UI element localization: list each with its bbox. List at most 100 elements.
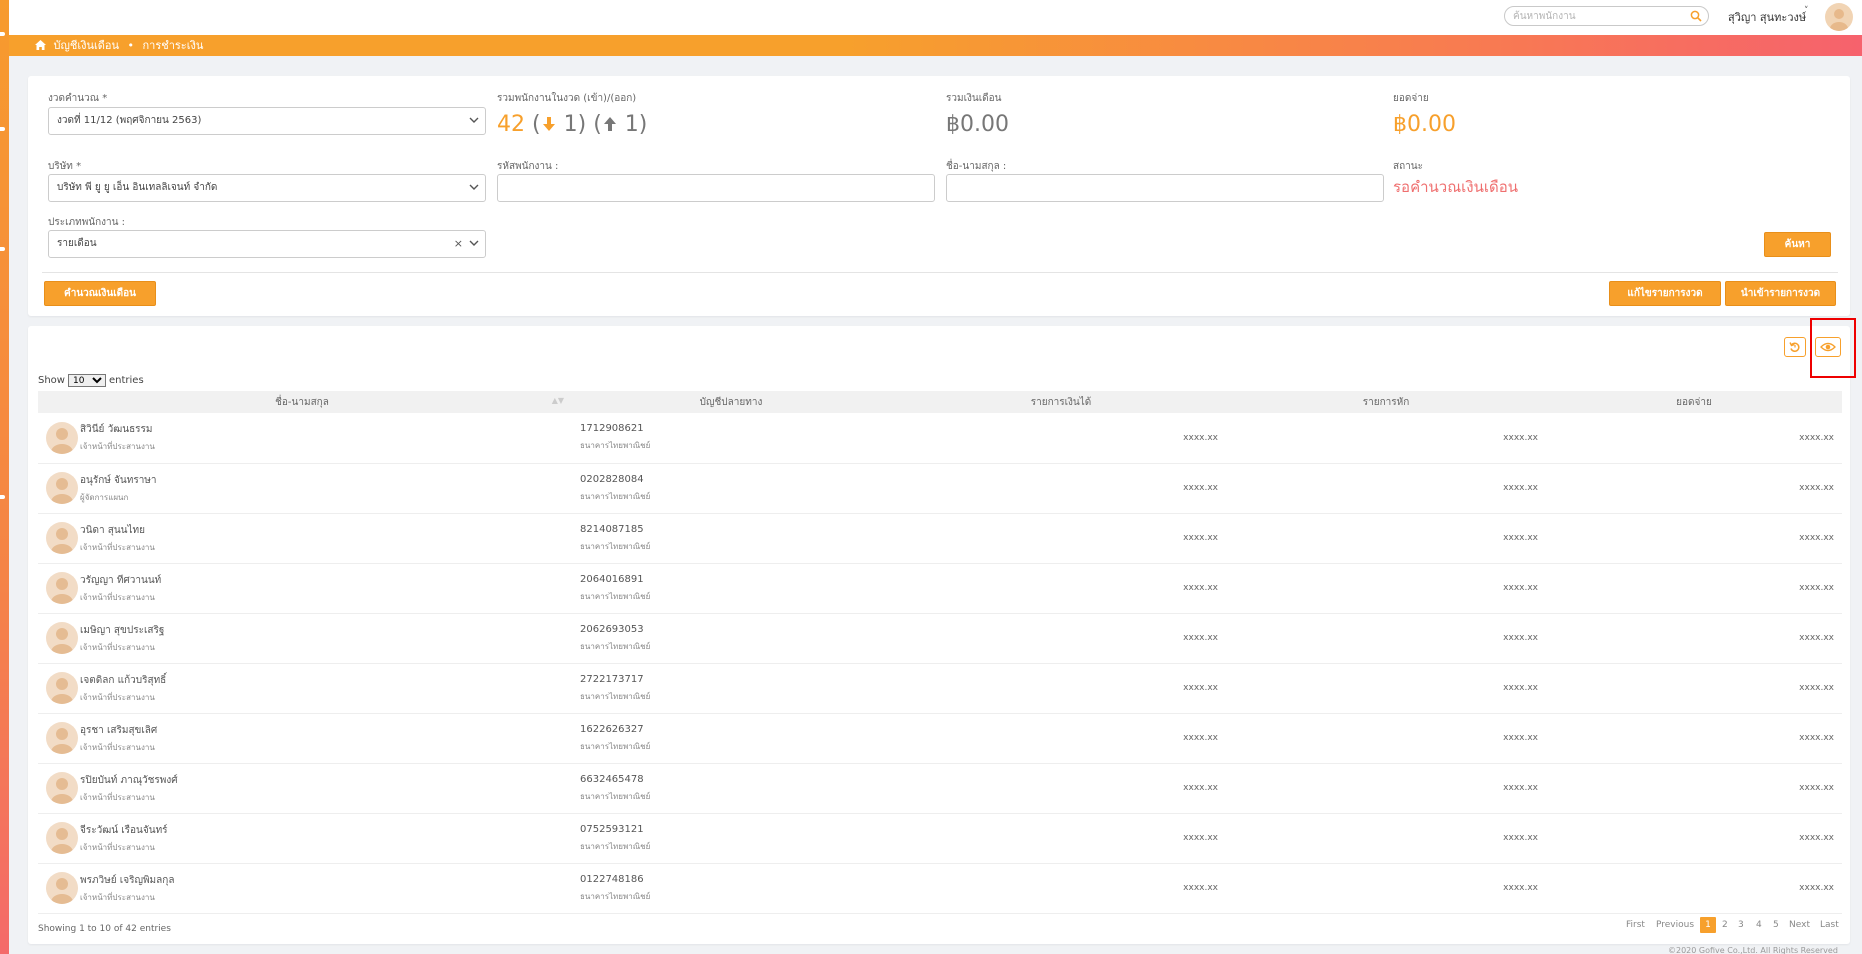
salary-total-value: ฿0.00 [946, 112, 1009, 137]
calculate-salary-button[interactable]: คำนวณเงินเดือน [44, 281, 156, 306]
user-name[interactable]: สุวิญา สุนทะวงษ์ [1728, 8, 1806, 26]
employee-avatar[interactable] [46, 872, 78, 904]
company-select[interactable]: บริษัท พี ยู ยู เอ็น อินเทลลิเจนท์ จำกัด [48, 174, 486, 202]
column-header-deduction[interactable]: รายการหัก [1226, 391, 1546, 413]
account-number: 2064016891 [580, 573, 644, 585]
employee-avatar[interactable] [46, 822, 78, 854]
employee-text: เมษิญา สุขประเสริฐ เจ้าหน้าที่ประสานงาน [80, 623, 164, 654]
employee-code-input[interactable] [497, 174, 935, 202]
table-row[interactable]: อุรชา เสริมสุขเลิศ เจ้าหน้าที่ประสานงาน 16… [38, 713, 1842, 764]
employee-avatar[interactable] [46, 421, 78, 454]
bank-name: ธนาคารไทยพาณิชย์ [580, 741, 651, 751]
table-row[interactable]: อนุรักษ์ จันทราษา ผู้จัดการแผนก 0202828084… [38, 463, 1842, 514]
employee-avatar[interactable] [46, 622, 78, 654]
bank-name: ธนาคารไทยพาณิชย์ [580, 691, 651, 701]
pagination-page[interactable]: 3 [1738, 917, 1744, 933]
account-number: 1712908621 [580, 423, 644, 435]
pagination-page[interactable]: 5 [1773, 917, 1779, 933]
table-row[interactable]: พรภวิษย์ เจริญพิมลกุล เจ้าหน้าที่ประสานงา… [38, 863, 1842, 914]
employee-avatar[interactable] [46, 472, 78, 504]
column-header-net[interactable]: ยอดจ่าย [1546, 391, 1842, 413]
account-number: 8214087185 [580, 523, 644, 535]
deduction-amount: xxxx.xx [1226, 813, 1546, 864]
income-amount: xxxx.xx [896, 413, 1226, 464]
employee-type-select[interactable]: รายเดือน × [48, 230, 486, 258]
table-row[interactable]: สิวินีย์ วัฒนธรรม เจ้าหน้าที่ประสานงาน 171… [38, 413, 1842, 464]
employee-name[interactable]: จีระวัฒน์ เรือนจันทร์ [80, 823, 168, 838]
employee-name[interactable]: อนุรักษ์ จันทราษา [80, 473, 157, 488]
name-cell: จีระวัฒน์ เรือนจันทร์ เจ้าหน้าที่ประสานงา… [38, 813, 566, 864]
table-row[interactable]: เจตดิลก แก้วบริสุทธิ์เจ้าหน้าที่ประสานงา… [38, 663, 1842, 714]
left-rail-tick [0, 127, 5, 131]
edit-period-button[interactable]: แก้ไขรายการงวด [1609, 281, 1721, 306]
employee-name[interactable]: เจตดิลก แก้วบริสุทธิ์ [80, 673, 166, 688]
employee-type-label: ประเภทพนักงาน : [48, 217, 126, 228]
highlight-marker [1810, 318, 1856, 378]
pagination-previous[interactable]: Previous [1656, 917, 1694, 933]
employee-name[interactable]: วนิดา สุนนไทย [80, 523, 155, 538]
top-bar: สุวิญา สุนทะวงษ์ ˅ [9, 0, 1862, 35]
employee-name[interactable]: อุรชา เสริมสุขเลิศ [80, 723, 157, 738]
name-cell: เมษิญา สุขประเสริฐ เจ้าหน้าที่ประสานงาน [38, 613, 566, 664]
table-row[interactable]: รปิยบันท์ ภาณุวัชรพงศ์ เจ้าหน้าที่ประสานง… [38, 763, 1842, 814]
pagination-first[interactable]: First [1626, 917, 1645, 933]
filter-panel: งวดคำนวณ * งวดที่ 11/12 (พฤศจิกายน 2563)… [28, 76, 1850, 316]
employee-name[interactable]: เมษิญา สุขประเสริฐ [80, 623, 164, 638]
breadcrumb-root[interactable]: บัญชีเงินเดือน [54, 39, 120, 52]
home-icon[interactable] [35, 40, 46, 50]
employee-name[interactable]: รปิยบันท์ ภาณุวัชรพงศ์ [80, 773, 178, 788]
page-length-select[interactable]: 10 [67, 374, 106, 387]
column-header-income[interactable]: รายการเงินได้ [896, 391, 1226, 413]
reset-icon [1789, 342, 1800, 352]
sort-icon[interactable]: ▲▼ [552, 396, 564, 405]
employee-avatar[interactable] [46, 772, 78, 804]
deduction-amount: xxxx.xx [1226, 463, 1546, 514]
income-amount: xxxx.xx [896, 863, 1226, 914]
payout-value: ฿0.00 [1393, 112, 1456, 137]
name-cell: รปิยบันท์ ภาณุวัชรพงศ์ เจ้าหน้าที่ประสานง… [38, 763, 566, 814]
employee-position: เจ้าหน้าที่ประสานงาน [80, 692, 155, 702]
account-cell: 8214087185 ธนาคารไทยพาณิชย์ [566, 513, 896, 564]
entries-label: entries [108, 375, 144, 386]
employee-type-value: รายเดือน [57, 238, 97, 249]
employee-avatar[interactable] [46, 572, 78, 604]
table-row[interactable]: จีระวัฒน์ เรือนจันทร์ เจ้าหน้าที่ประสานงา… [38, 813, 1842, 864]
account-cell: 0122748186 ธนาคารไทยพาณิชย์ [566, 863, 896, 914]
arrow-up-icon [603, 117, 616, 131]
show-label: Show [38, 375, 65, 386]
pagination-next[interactable]: Next [1789, 917, 1810, 933]
search-button[interactable]: ค้นหา [1764, 232, 1831, 257]
bank-name: ธนาคารไทยพาณิชย์ [580, 891, 651, 901]
employee-name[interactable]: วรัญญา ทีศวานนท์ [80, 573, 161, 588]
import-period-button[interactable]: นำเข้ารายการงวด [1725, 281, 1836, 306]
clear-icon[interactable]: × [454, 231, 463, 257]
search-icon[interactable] [1690, 10, 1702, 22]
fullname-input[interactable] [946, 174, 1384, 202]
employees-count-label: รวมพนักงานในงวด (เข้า)/(ออก) [497, 93, 637, 104]
pagination-page[interactable]: 4 [1756, 917, 1762, 933]
column-header-name[interactable]: ชื่อ-นามสกุล ▲▼ [38, 391, 566, 413]
deduction-amount: xxxx.xx [1226, 613, 1546, 664]
pagination-last[interactable]: Last [1820, 917, 1839, 933]
user-menu-caret-icon[interactable]: ˅ [1804, 6, 1809, 16]
employee-search-input[interactable] [1505, 7, 1685, 25]
employees-in-open-paren: ( [532, 112, 541, 137]
table-row[interactable]: วรัญญา ทีศวานนท์ เจ้าหน้าที่ประสานงาน 2064… [38, 563, 1842, 614]
pagination-page[interactable]: 2 [1722, 917, 1728, 933]
employee-avatar[interactable] [46, 722, 78, 754]
employee-text: วนิดา สุนนไทย เจ้าหน้าที่ประสานงาน [80, 523, 155, 554]
reset-button[interactable] [1784, 337, 1806, 357]
account-cell: 2064016891 ธนาคารไทยพาณิชย์ [566, 563, 896, 614]
bank-name: ธนาคารไทยพาณิชย์ [580, 441, 651, 451]
pagination-page[interactable]: 1 [1700, 917, 1716, 933]
table-row[interactable]: เมษิญา สุขประเสริฐ เจ้าหน้าที่ประสานงาน 20… [38, 613, 1842, 664]
table-row[interactable]: วนิดา สุนนไทย เจ้าหน้าที่ประสานงาน 8214087… [38, 513, 1842, 564]
employee-name[interactable]: พรภวิษย์ เจริญพิมลกุล [80, 873, 174, 888]
employee-avatar[interactable] [46, 522, 78, 554]
left-rail-tick [0, 247, 5, 251]
employee-avatar[interactable] [46, 672, 78, 704]
period-select[interactable]: งวดที่ 11/12 (พฤศจิกายน 2563) [48, 107, 486, 135]
user-avatar[interactable] [1825, 3, 1853, 31]
employee-name[interactable]: สิวินีย์ วัฒนธรรม [80, 422, 155, 437]
column-header-account[interactable]: บัญชีปลายทาง [566, 391, 896, 413]
